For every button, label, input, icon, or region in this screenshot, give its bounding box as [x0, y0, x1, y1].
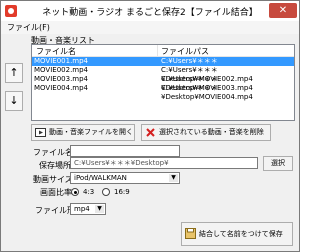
video-size-label: 動画サイズ	[33, 175, 73, 184]
media-list[interactable]: ファイル名 ファイルパス MOVIE001.mp4 C:¥Users¥＊＊＊¥D…	[31, 44, 295, 121]
file-format-value: mp4	[74, 205, 90, 213]
list-item-name: MOVIE004.mp4	[34, 84, 89, 92]
merge-save-button[interactable]: 結合して名前をつけて保存	[181, 222, 293, 246]
list-item-name: MOVIE001.mp4	[34, 57, 89, 65]
list-item[interactable]: MOVIE004.mp4 C:¥Users¥＊＊＊¥Desktop¥MOVIE0…	[32, 84, 294, 101]
ratio-4-3-radio[interactable]	[71, 188, 79, 196]
list-header: ファイル名 ファイルパス	[32, 45, 294, 57]
aspect-ratio-label: 画面比率	[40, 188, 72, 197]
move-down-button[interactable]: ↓	[5, 91, 23, 111]
column-header-filepath[interactable]: ファイルパス	[161, 46, 209, 57]
merge-save-label: 結合して名前をつけて保存	[199, 230, 283, 238]
column-header-filename[interactable]: ファイル名	[36, 46, 76, 57]
browse-button[interactable]: 選択	[263, 156, 293, 171]
list-item[interactable]: MOVIE002.mp4 C:¥Users¥＊＊＊¥Desktop¥MOVIE0…	[32, 66, 294, 83]
video-size-select[interactable]: iPod/WALKMAN ▼	[70, 172, 180, 184]
filename-label: ファイル名	[33, 148, 73, 157]
list-item-name: MOVIE002.mp4	[34, 66, 89, 74]
window-title: ネット動画・ラジオ まるごと保存2【ファイル結合】	[42, 8, 258, 18]
column-separator	[157, 45, 158, 56]
save-icon	[185, 228, 196, 239]
video-size-value: iPod/WALKMAN	[74, 174, 127, 182]
chevron-down-icon: ▼	[169, 174, 178, 182]
file-format-select[interactable]: mp4 ▼	[70, 203, 106, 215]
chevron-down-icon: ▼	[95, 205, 104, 213]
menu-file[interactable]: ファイル(F)	[7, 22, 50, 33]
film-open-icon	[35, 128, 46, 137]
list-item[interactable]: MOVIE003.mp4 C:¥Users¥＊＊＊¥Desktop¥MOVIE0…	[32, 75, 294, 92]
list-item-name: MOVIE003.mp4	[34, 75, 89, 83]
ratio-4-3-label: 4:3	[83, 188, 95, 196]
list-item-path: C:¥Users¥＊＊＊¥Desktop¥MOVIE004.mp4	[161, 84, 253, 101]
filename-input[interactable]	[70, 145, 180, 157]
open-files-button[interactable]: 動画・音楽ファイルを開く	[31, 124, 135, 141]
delete-x-icon	[146, 128, 155, 137]
close-button[interactable]: ✕	[269, 3, 297, 18]
open-files-label: 動画・音楽ファイルを開く	[49, 128, 133, 136]
remove-selected-label: 選択されている動画・音楽を削除	[159, 128, 264, 136]
list-item[interactable]: MOVIE001.mp4 C:¥Users¥＊＊＊¥Desktop¥MOVIE0…	[32, 57, 294, 74]
savepath-label: 保存場所	[39, 161, 71, 170]
menu-bar: ファイル(F)	[1, 21, 299, 34]
ratio-16-9-radio[interactable]	[102, 188, 110, 196]
title-bar: ネット動画・ラジオ まるごと保存2【ファイル結合】 ✕	[1, 1, 299, 22]
ratio-16-9-label: 16:9	[114, 188, 130, 196]
move-up-button[interactable]: ↑	[5, 63, 23, 83]
remove-selected-button[interactable]: 選択されている動画・音楽を削除	[141, 124, 271, 141]
app-window: ネット動画・ラジオ まるごと保存2【ファイル結合】 ✕ ファイル(F) 動画・音…	[0, 0, 300, 252]
browse-label: 選択	[271, 159, 285, 167]
savepath-input[interactable]: C:¥Users¥＊＊＊¥Desktop¥	[70, 157, 258, 169]
